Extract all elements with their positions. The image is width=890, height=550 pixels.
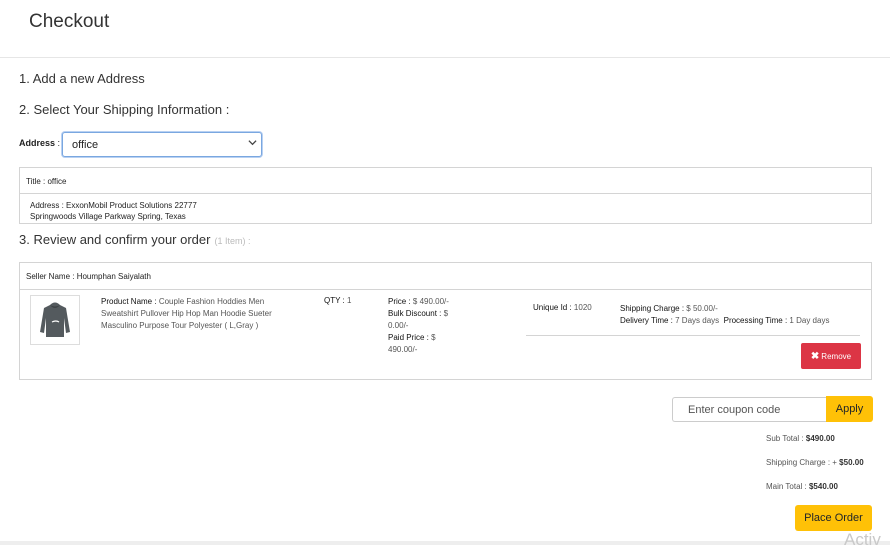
- product-name-label: Product Name :: [101, 297, 159, 306]
- remove-button[interactable]: ✖ Remove: [801, 343, 861, 369]
- coupon-input[interactable]: Enter coupon code: [672, 397, 826, 422]
- review-order-title: 3. Review and confirm your order: [19, 232, 211, 247]
- address-select[interactable]: office: [62, 132, 262, 157]
- paid-price-row: Paid Price : $ 490.00/-: [388, 332, 466, 356]
- processing-time-label: Processing Time :: [723, 316, 790, 325]
- processing-time-value: 1 Day days: [789, 316, 830, 325]
- address-details-box: Title : office Address : ExxonMobil Prod…: [19, 167, 872, 224]
- sub-total-value: $490.00: [805, 434, 835, 443]
- main-total-value: $540.00: [808, 482, 838, 491]
- shipping-charge-label: Shipping Charge :: [620, 304, 687, 313]
- apply-coupon-button[interactable]: Apply: [826, 396, 873, 422]
- main-total: Main Total : $540.00: [766, 482, 838, 491]
- address-box-divider: [20, 193, 871, 194]
- address-select-value: office: [72, 139, 99, 151]
- header-divider: [0, 57, 890, 58]
- activation-watermark: Activ: [844, 530, 881, 549]
- delivery-time-value: 7 Days days: [675, 316, 720, 325]
- bulk-discount-row: Bulk Discount : $ 0.00/-: [388, 308, 466, 332]
- remove-button-label: Remove: [821, 351, 852, 361]
- unique-id-value: 1020: [573, 303, 592, 312]
- price-row: Price : $ 490.00/-: [388, 296, 466, 308]
- delivery-time-row: Delivery Time : 7 Days days Processing T…: [620, 315, 829, 327]
- shipping-info-heading: 2. Select Your Shipping Information :: [19, 102, 230, 117]
- shipping-charge-row: Shipping Charge : $ 50.00/-: [620, 303, 829, 315]
- times-icon: ✖: [810, 350, 820, 362]
- quantity: QTY : 1: [324, 296, 351, 305]
- unique-id: Unique Id : 1020: [533, 303, 592, 312]
- item-divider: [526, 335, 860, 336]
- quantity-label: QTY :: [324, 296, 347, 305]
- delivery-time-label: Delivery Time :: [620, 316, 676, 325]
- address-title-label: Title :: [26, 177, 48, 186]
- order-item-box: Seller Name : Houmphan Saiyalath Product…: [19, 262, 872, 380]
- address-label-colon: :: [55, 138, 61, 148]
- seller-name-label: Seller Name :: [26, 272, 77, 281]
- order-box-divider: [20, 289, 871, 290]
- price-label: Price :: [388, 297, 413, 306]
- hoodie-icon: [40, 302, 70, 337]
- address-label-text: Address: [19, 138, 56, 148]
- main-total-label: Main Total :: [766, 482, 809, 491]
- shipping-charge-total: Shipping Charge : + $50.00: [766, 458, 864, 467]
- seller-name-value: Houmphan Saiyalath: [76, 272, 151, 281]
- price-value: $ 490.00/-: [412, 297, 449, 306]
- review-order-heading: 3. Review and confirm your order (1 Item)…: [19, 232, 251, 247]
- product-name: Product Name : Couple Fashion Hoddies Me…: [101, 296, 301, 332]
- place-order-button[interactable]: Place Order: [795, 505, 872, 531]
- add-new-address-link[interactable]: 1. Add a new Address: [19, 71, 145, 86]
- unique-id-label: Unique Id :: [533, 303, 574, 312]
- bulk-discount-label: Bulk Discount :: [388, 309, 444, 318]
- address-title: Title : office: [26, 177, 66, 186]
- address-text: Address : ExxonMobil Product Solutions 2…: [30, 201, 197, 221]
- address-label: Address :: [19, 138, 60, 148]
- price-info: Price : $ 490.00/- Bulk Discount : $ 0.0…: [388, 296, 466, 356]
- page-title: Checkout: [29, 11, 110, 32]
- quantity-value: 1: [346, 296, 352, 305]
- shipping-charge-total-label: Shipping Charge : +: [766, 458, 840, 467]
- shipping-info: Shipping Charge : $ 50.00/- Delivery Tim…: [620, 303, 829, 327]
- footer-divider: [0, 541, 890, 545]
- sub-total: Sub Total : $490.00: [766, 434, 835, 443]
- sub-total-label: Sub Total :: [766, 434, 806, 443]
- shipping-charge-value: $ 50.00/-: [686, 304, 718, 313]
- address-title-value: office: [47, 177, 67, 186]
- paid-price-label: Paid Price :: [388, 333, 432, 342]
- shipping-charge-total-value: $50.00: [839, 458, 864, 467]
- review-item-count: (1 Item) :: [214, 236, 251, 246]
- product-image[interactable]: [30, 295, 80, 345]
- seller-name: Seller Name : Houmphan Saiyalath: [26, 272, 151, 281]
- chevron-down-icon: [248, 138, 257, 149]
